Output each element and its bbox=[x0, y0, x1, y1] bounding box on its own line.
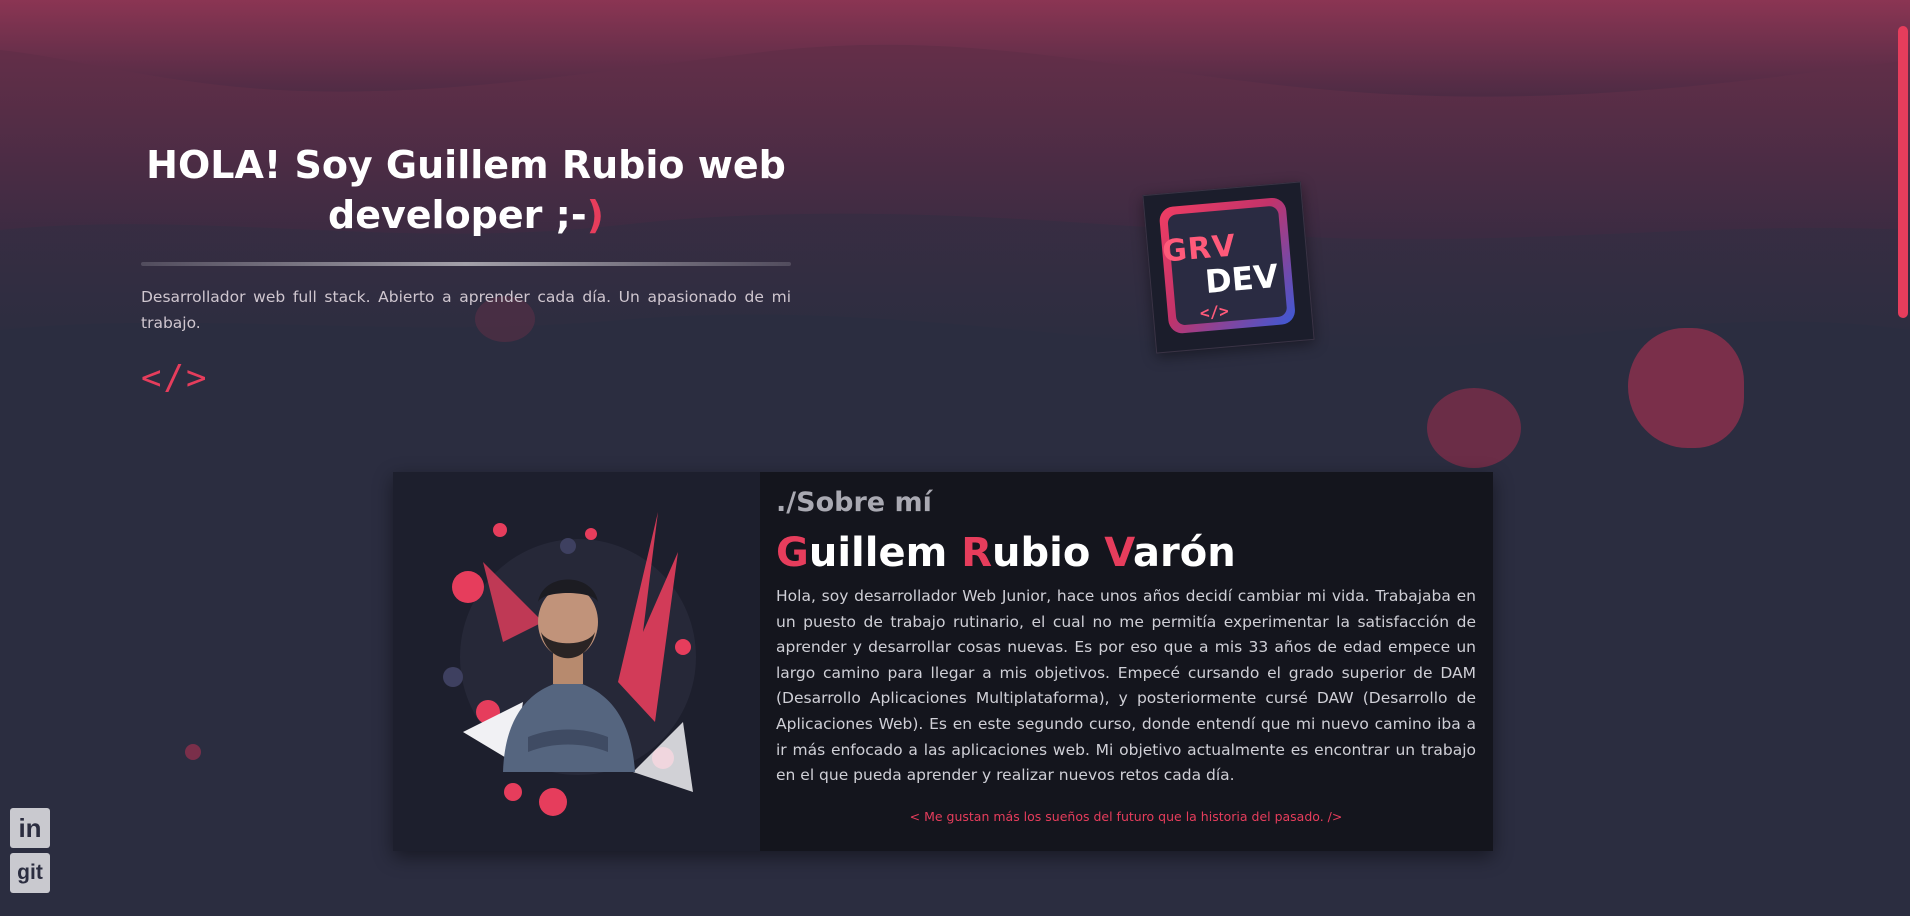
name-initial: G bbox=[776, 530, 809, 576]
full-name: Guillem Rubio Varón bbox=[776, 528, 1476, 578]
hero-title-text: HOLA! Soy Guillem Rubio web developer ;- bbox=[146, 143, 786, 237]
about-quote: < Me gustan más los sueños del futuro qu… bbox=[909, 808, 1343, 824]
decorative-blob bbox=[1628, 328, 1744, 448]
hero-section: HOLA! Soy Guillem Rubio web developer ;-… bbox=[141, 140, 791, 398]
hero-divider bbox=[141, 262, 791, 266]
profile-photo-illustration bbox=[443, 512, 696, 816]
decorative-blob bbox=[1427, 388, 1521, 468]
about-content: ./Sobre mí Guillem Rubio Varón Hola, soy… bbox=[776, 486, 1476, 824]
logo-code-icon: </> bbox=[1199, 301, 1230, 323]
page-scrollbar[interactable] bbox=[1896, 0, 1910, 916]
name-initial: R bbox=[961, 530, 992, 576]
linkedin-link[interactable]: in bbox=[10, 808, 50, 848]
git-link[interactable]: git bbox=[10, 853, 50, 893]
name-initial: V bbox=[1104, 530, 1134, 576]
decorative-blob bbox=[185, 744, 201, 760]
about-paragraph: Hola, soy desarrollador Web Junior, hace… bbox=[776, 587, 1476, 785]
hero-title: HOLA! Soy Guillem Rubio web developer ;-… bbox=[141, 140, 791, 240]
git-icon: git bbox=[17, 861, 43, 884]
name-part: arón bbox=[1133, 530, 1236, 576]
linkedin-icon: in bbox=[18, 813, 42, 843]
grv-dev-logo: GRV DEV </> bbox=[1142, 181, 1315, 354]
name-part: uillem bbox=[808, 530, 962, 576]
code-brackets-icon: </> bbox=[141, 358, 209, 398]
about-card: ./Sobre mí Guillem Rubio Varón Hola, soy… bbox=[393, 472, 1493, 851]
name-part: ubio bbox=[992, 530, 1105, 576]
scrollbar-thumb[interactable] bbox=[1898, 26, 1908, 318]
logo-text-dev: DEV bbox=[1203, 256, 1280, 302]
hero-title-accent: ) bbox=[586, 193, 604, 237]
section-tag: ./Sobre mí bbox=[776, 487, 932, 518]
hero-subtitle: Desarrollador web full stack. Abierto a … bbox=[141, 288, 791, 332]
profile-photo bbox=[393, 472, 760, 851]
